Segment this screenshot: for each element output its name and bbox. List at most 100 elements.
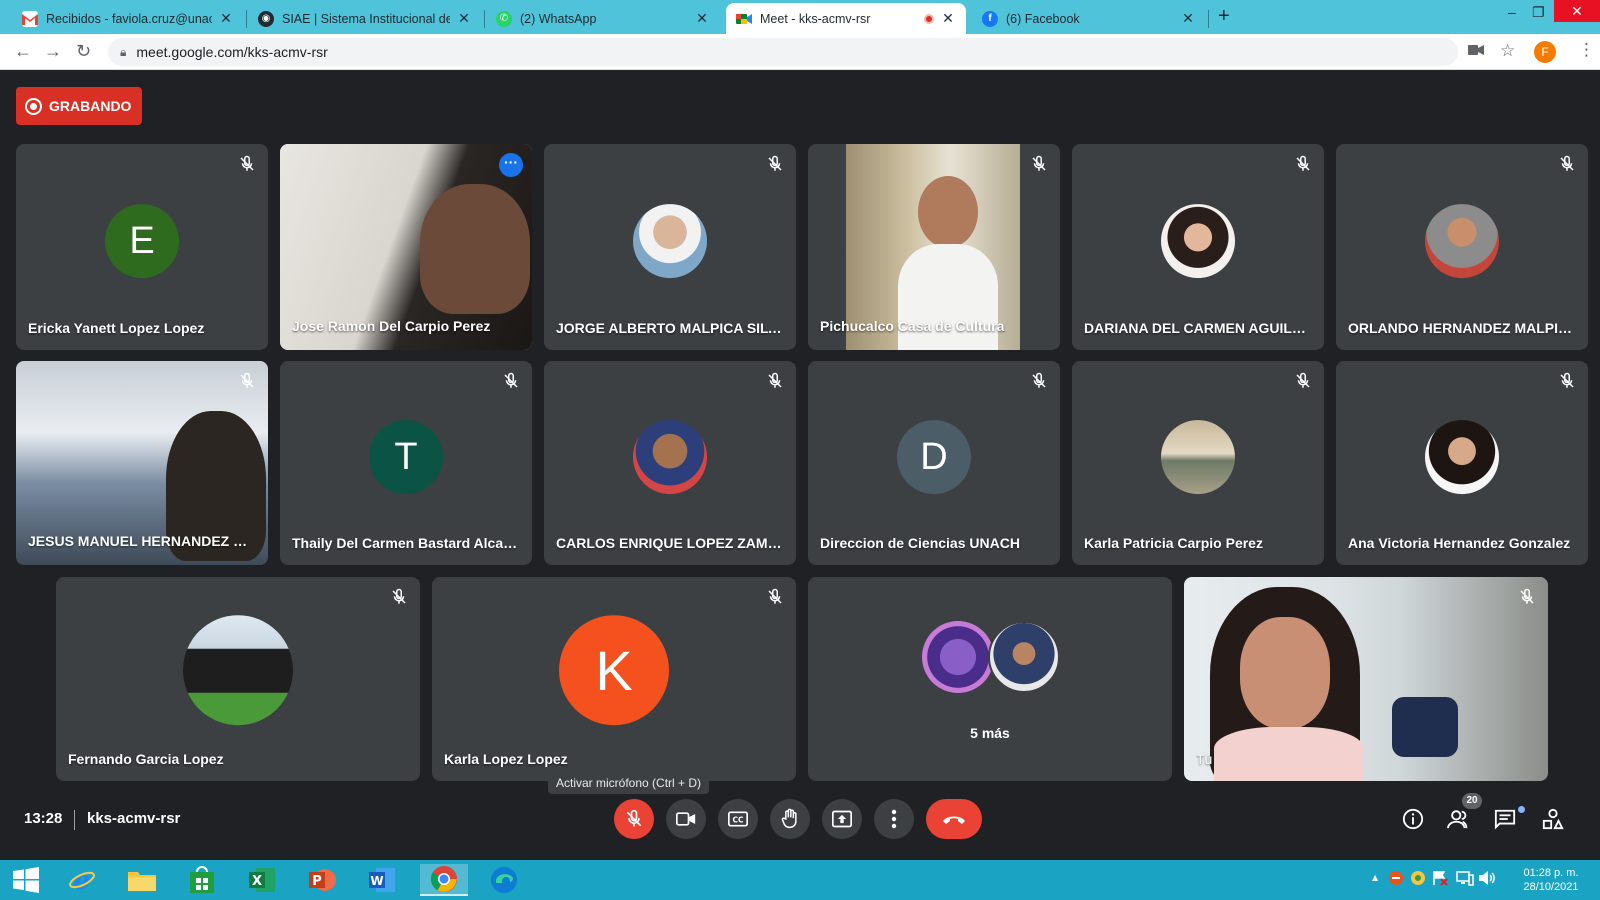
tab-facebook[interactable]: f (6) Facebook ✕ [972, 3, 1206, 34]
participant-video-face [918, 176, 978, 248]
restore-window-icon[interactable]: ❐ [1532, 4, 1545, 21]
participant-tile[interactable]: D Direccion de Ciencias UNACH [808, 361, 1060, 565]
participant-tile[interactable]: DARIANA DEL CARMEN AGUILA... [1072, 144, 1324, 350]
present-screen-button[interactable] [822, 799, 862, 839]
close-tab-icon[interactable]: ✕ [218, 10, 234, 27]
profile-avatar[interactable]: F [1534, 41, 1556, 63]
participant-video-face [420, 184, 530, 314]
participant-tile[interactable]: Karla Patricia Carpio Perez [1072, 361, 1324, 565]
captions-button[interactable]: CC [718, 799, 758, 839]
chrome-menu-icon[interactable]: ⋮ [1578, 40, 1595, 60]
meeting-time: 13:28 [24, 810, 63, 827]
tray-flag-icon[interactable] [1432, 870, 1448, 889]
close-tab-icon[interactable]: ✕ [940, 10, 956, 27]
forward-icon[interactable]: → [44, 41, 62, 62]
activities-button[interactable] [1540, 806, 1566, 832]
avatar [922, 621, 994, 693]
address-bar[interactable]: 🔒︎ meet.google.com/kks-acmv-rsr [108, 38, 1458, 66]
participant-tile[interactable]: ORLANDO HERNANDEZ MALPICA [1336, 144, 1588, 350]
avatar [1425, 204, 1499, 279]
participant-tile[interactable]: CARLOS ENRIQUE LOPEZ ZAMO... [544, 361, 796, 565]
word-icon: W [369, 868, 395, 892]
reload-icon[interactable]: ↻ [76, 41, 91, 62]
participants-button[interactable] [1446, 806, 1472, 832]
tab-siae[interactable]: ◉ SIAE | Sistema Institucional de Ac ✕ [248, 3, 482, 34]
back-icon[interactable]: ← [14, 41, 32, 62]
tab-gmail[interactable]: Recibidos - faviola.cruz@unach.m ✕ [12, 3, 244, 34]
clock-time: 01:28 p. m. [1523, 867, 1579, 879]
participant-tile-video[interactable]: ··· Jose Ramon Del Carpio Perez [280, 144, 532, 350]
mic-off-icon [1032, 372, 1046, 388]
more-options-button[interactable] [874, 799, 914, 839]
minimize-window-icon[interactable]: – [1508, 4, 1516, 20]
participant-tile[interactable]: Fernando Garcia Lopez [56, 577, 420, 781]
new-tab-button[interactable]: + [1218, 5, 1230, 28]
participant-tile-video[interactable]: JESUS MANUEL HERNANDEZ M... [16, 361, 268, 565]
self-video-face [1240, 617, 1330, 729]
tray-volume-icon[interactable] [1478, 870, 1496, 889]
tray-app-icon[interactable] [1388, 870, 1404, 889]
leave-call-button[interactable] [926, 799, 982, 839]
chat-unread-dot [1518, 806, 1525, 813]
self-label: Tú [1196, 751, 1213, 767]
system-clock[interactable]: 01:28 p. m. 28/10/2021 [1512, 866, 1590, 894]
close-tab-icon[interactable]: ✕ [1180, 10, 1196, 27]
excel-icon: X [249, 868, 275, 892]
windows-logo-icon [13, 867, 39, 893]
mic-off-icon [504, 372, 518, 388]
participant-count-badge: 20 [1462, 793, 1482, 809]
mic-off-icon [1296, 372, 1310, 388]
svg-text:P: P [312, 874, 322, 889]
self-tile-video[interactable]: Tú [1184, 577, 1548, 781]
meeting-code: kks-acmv-rsr [87, 810, 181, 827]
participant-name: CARLOS ENRIQUE LOPEZ ZAMO... [556, 535, 784, 551]
activities-shapes-icon [1542, 808, 1564, 830]
chat-button[interactable] [1492, 806, 1518, 832]
taskbar-file-explorer[interactable] [118, 864, 166, 896]
raise-hand-icon [781, 808, 797, 829]
camera-blocked-icon[interactable] [1468, 43, 1484, 60]
taskbar-internet-explorer[interactable]: e [58, 864, 106, 896]
close-tab-icon[interactable]: ✕ [694, 10, 710, 27]
tab-meet[interactable]: Meet - kks-acmv-rsr ✕ [726, 3, 966, 34]
tray-network-icon[interactable] [1456, 870, 1474, 889]
bookmark-star-icon[interactable]: ☆ [1500, 41, 1515, 61]
more-participants-tile[interactable]: 5 más [808, 577, 1172, 781]
taskbar-store[interactable] [178, 864, 226, 896]
participant-name: Karla Lopez Lopez [444, 751, 568, 767]
more-options-button[interactable]: ··· [499, 153, 523, 177]
lock-icon[interactable]: 🔒︎ [120, 45, 126, 60]
participant-tile[interactable]: K Karla Lopez Lopez [432, 577, 796, 781]
participant-tile[interactable]: Ana Victoria Hernandez Gonzalez [1336, 361, 1588, 565]
taskbar-edge[interactable] [480, 864, 528, 896]
participant-tile[interactable]: E Ericka Yanett Lopez Lopez [16, 144, 268, 350]
avatar [1161, 204, 1235, 279]
mic-tooltip: Activar micrófono (Ctrl + D) [548, 772, 710, 794]
participant-tile[interactable]: T Thaily Del Carmen Bastard Alcaz... [280, 361, 532, 565]
mic-off-icon [1520, 588, 1534, 604]
taskbar-word[interactable]: W [358, 864, 406, 896]
raise-hand-button[interactable] [770, 799, 810, 839]
taskbar-powerpoint[interactable]: P [298, 864, 346, 896]
info-icon [1402, 808, 1424, 830]
recording-badge[interactable]: GRABANDO [16, 87, 142, 125]
camera-toggle-button[interactable] [666, 799, 706, 839]
close-window-button[interactable]: ✕ [1554, 0, 1600, 22]
taskbar-excel[interactable]: X [238, 864, 286, 896]
mic-toggle-button[interactable] [614, 799, 654, 839]
avatar [1161, 420, 1235, 495]
tray-security-icon[interactable] [1410, 870, 1426, 889]
participant-tile-video[interactable]: Pichucalco Casa de Cultura [808, 144, 1060, 350]
windows-start-button[interactable] [2, 864, 50, 896]
handbag [1392, 697, 1458, 757]
tray-overflow-icon[interactable]: ▴ [1372, 870, 1378, 884]
close-tab-icon[interactable]: ✕ [456, 10, 472, 27]
mic-off-icon [392, 588, 406, 604]
svg-text:e: e [74, 866, 91, 894]
avatar: E [105, 204, 179, 279]
participant-tile[interactable]: JORGE ALBERTO MALPICA SILVA [544, 144, 796, 350]
tab-whatsapp[interactable]: ✆ (2) WhatsApp ✕ [486, 3, 720, 34]
taskbar-chrome[interactable] [420, 864, 468, 896]
participant-name: Ana Victoria Hernandez Gonzalez [1348, 535, 1571, 551]
meeting-details-button[interactable] [1400, 806, 1426, 832]
